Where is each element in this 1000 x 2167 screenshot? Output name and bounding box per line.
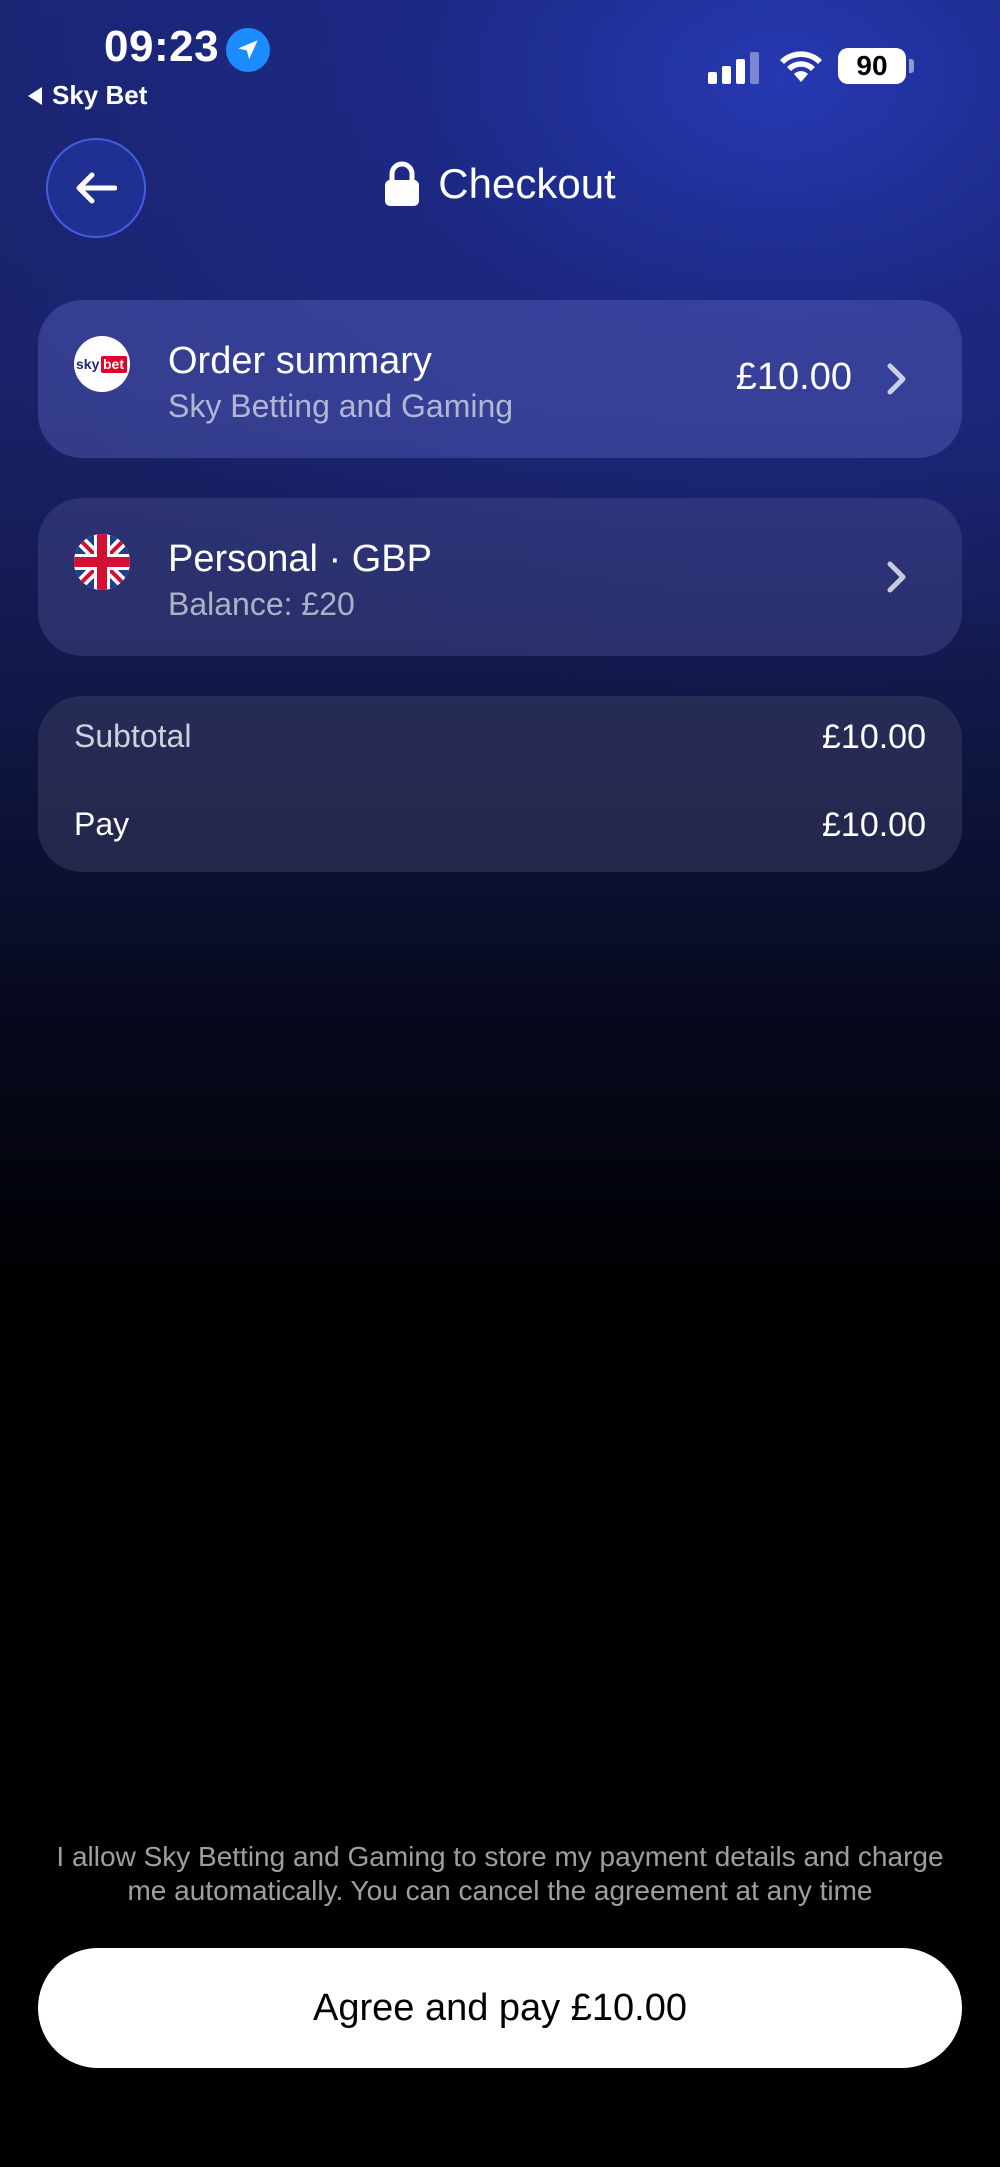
account-text: Personal · GBP Balance: £20 [168, 536, 432, 624]
svg-text:bet: bet [103, 356, 124, 372]
back-triangle-icon [28, 86, 42, 105]
order-summary-card[interactable]: sky bet Order summary Sky Betting and Ga… [38, 300, 962, 458]
subtotal-value: £10.00 [822, 718, 926, 756]
pay-label: Pay [74, 806, 130, 842]
back-to-app-link[interactable]: Sky Bet [28, 80, 147, 111]
chevron-right-icon [887, 363, 906, 395]
agree-and-pay-button[interactable]: Agree and pay £10.00 [38, 1948, 962, 2068]
uk-flag-icon [74, 534, 130, 590]
back-app-label: Sky Bet [52, 80, 148, 110]
svg-text:sky: sky [76, 356, 100, 372]
subtotal-label: Subtotal [74, 718, 192, 754]
page-title-text: Checkout [438, 160, 616, 207]
account-title: Personal · GBP [168, 538, 432, 580]
skybet-logo: sky bet [74, 336, 130, 392]
payment-account-card[interactable]: Personal · GBP Balance: £20 [38, 498, 962, 656]
page-title: Checkout [0, 160, 1000, 208]
payment-summary-card: Subtotal £10.00 Pay £10.00 [38, 696, 962, 872]
payment-agreement-text: I allow Sky Betting and Gaming to store … [56, 1841, 944, 1906]
battery-indicator: 90 [838, 48, 906, 84]
cellular-signal-icon [708, 52, 759, 84]
screen: 09:23 Sky Bet 90 Checkout sky bet Order … [0, 0, 1000, 2167]
subtotal-row: Subtotal £10.00 [74, 718, 926, 757]
merchant-name: Sky Betting and Gaming [168, 388, 514, 424]
order-summary-text: Order summary Sky Betting and Gaming [168, 338, 513, 426]
order-summary-title: Order summary [168, 340, 432, 382]
lock-icon [385, 161, 420, 206]
chevron-right-icon [887, 561, 906, 593]
wifi-icon [780, 51, 822, 82]
order-amount: £10.00 [735, 356, 852, 398]
pay-value: £10.00 [822, 806, 926, 844]
pay-row: Pay £10.00 [74, 806, 926, 845]
location-arrow-icon [226, 28, 270, 72]
battery-tip [909, 59, 914, 73]
status-time: 09:23 [104, 22, 220, 71]
account-balance: Balance: £20 [168, 586, 355, 622]
